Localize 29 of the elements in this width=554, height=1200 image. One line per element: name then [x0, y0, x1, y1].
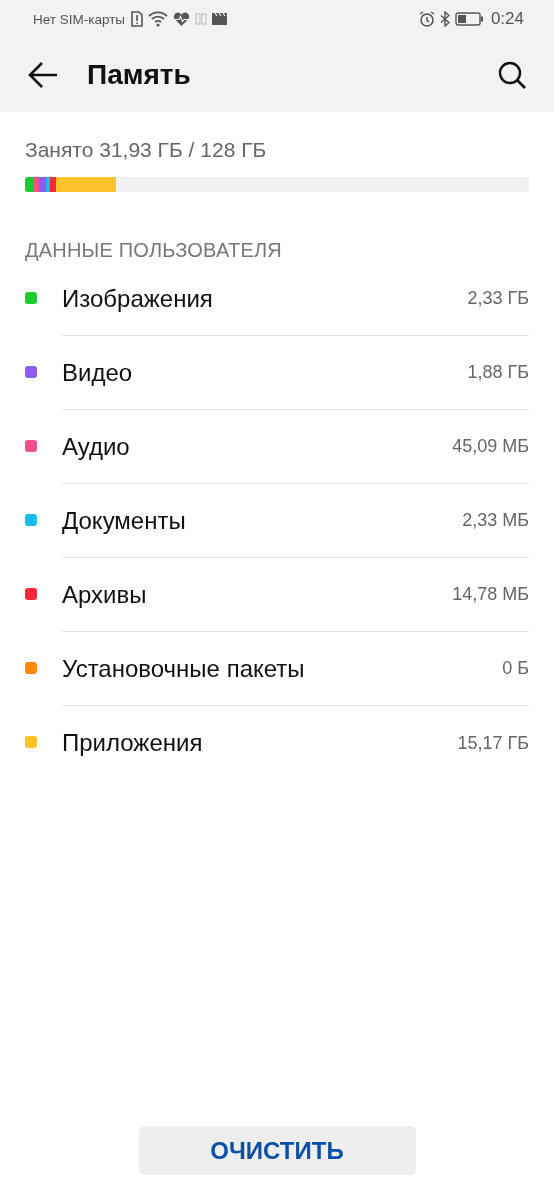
wifi-icon [148, 11, 169, 27]
category-label[interactable]: Видео [62, 358, 133, 387]
category-label[interactable]: Изображения [62, 284, 213, 313]
alarm-icon [418, 11, 435, 27]
category-size: 45,09 МБ [452, 436, 529, 457]
category-size: 2,33 ГБ [467, 288, 529, 309]
section-title: ДАННЫЕ ПОЛЬЗОВАТЕЛЯ [25, 239, 283, 262]
page-title: Память [87, 59, 192, 91]
category-size: 2,33 МБ [462, 510, 529, 531]
bluetooth-icon [439, 11, 450, 27]
category-label[interactable]: Аудио [62, 432, 130, 461]
pause-icon [195, 13, 208, 25]
category-size: 15,17 ГБ [457, 732, 529, 754]
heart-icon [173, 11, 191, 27]
sim-alert-icon [131, 11, 144, 27]
category-size: 14,78 МБ [452, 584, 529, 605]
clock-time: 0:24 [490, 9, 524, 29]
category-size: 1,88 ГБ [467, 362, 529, 383]
clapperboard-icon [212, 13, 228, 25]
category-label[interactable]: Архивы [62, 580, 147, 609]
category-size: 0 Б [502, 658, 529, 679]
category-label[interactable]: Документы [62, 506, 186, 535]
clear-button[interactable]: ОЧИСТИТЬ [138, 1126, 416, 1175]
storage-summary: Занято 31,93 ГБ / 128 ГБ [25, 138, 268, 162]
carrier-text: Нет SIM-карты [33, 11, 126, 27]
category-label[interactable]: Установочные пакеты [62, 654, 305, 683]
search-icon[interactable] [497, 60, 527, 90]
category-label[interactable]: Приложения [62, 729, 203, 757]
battery-icon [454, 12, 483, 26]
